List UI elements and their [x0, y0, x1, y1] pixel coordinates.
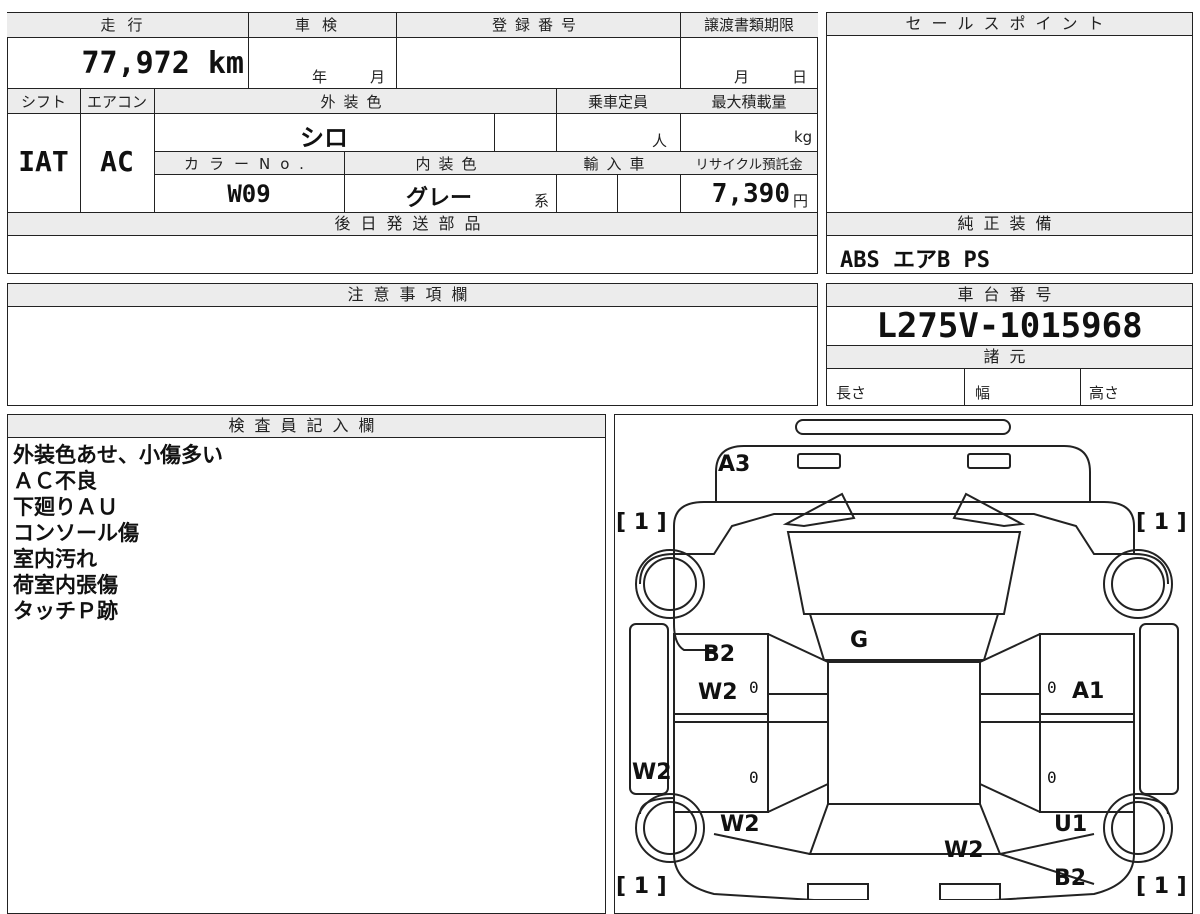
height-label: 高さ	[1089, 384, 1120, 402]
chassis-number: L275V-1015968	[876, 306, 1143, 346]
registration-label: 登録番号	[491, 16, 584, 34]
notes-label: 注意事項欄	[8, 284, 817, 307]
damage-code-b2-rear: B2	[1054, 866, 1087, 891]
inspector-note: 外装色あせ、小傷多い	[13, 443, 223, 467]
shaken-month-unit: 月	[370, 68, 386, 86]
max-load-label: 最大積載量	[711, 93, 787, 111]
inspector-note: 室内汚れ	[13, 547, 97, 571]
damage-code-w2-rear-center: W2	[944, 838, 984, 863]
sales-point-box	[826, 12, 1193, 213]
capacity-label: 乗車定員	[587, 93, 648, 111]
shaken-label: 車検	[294, 16, 349, 34]
mileage-value: 77,972 km	[81, 46, 244, 81]
genuine-equipment-label: 純正装備	[827, 213, 1192, 236]
damage-code-a3: A3	[718, 452, 751, 477]
tire-rating-front-right: [ 1 ]	[1136, 510, 1187, 535]
chassis-label: 車台番号	[827, 284, 1192, 307]
inspector-note: 下廻りＡＵ	[13, 495, 118, 519]
damage-code-w2-left-side: W2	[632, 760, 672, 785]
shift-value: IAT	[18, 145, 69, 178]
aircon-label: エアコン	[86, 93, 147, 111]
interior-color-label: 内装色	[415, 155, 485, 173]
tire-rating-front-left: [ 1 ]	[616, 510, 667, 535]
tire-rating-rear-right: [ 1 ]	[1136, 874, 1187, 899]
specs-label: 諸元	[827, 346, 1192, 369]
exterior-color-value: シロ	[300, 124, 348, 152]
inspector-note: 荷室内張傷	[13, 573, 118, 597]
capacity-unit: 人	[652, 132, 668, 150]
inspector-notes: 外装色あせ、小傷多い ＡＣ不良 下廻りＡＵ コンソール傷 室内汚れ 荷室内張傷 …	[13, 442, 223, 624]
yen-unit: 円	[793, 192, 809, 210]
tire-rating-rear-left: [ 1 ]	[616, 874, 667, 899]
length-label: 長さ	[836, 384, 867, 402]
genuine-equipment-value: ABS エアB PS	[840, 248, 990, 273]
inspector-label: 検査員記入欄	[8, 415, 605, 438]
import-label: 輸入車	[583, 155, 653, 173]
transfer-day-unit: 日	[792, 68, 808, 86]
load-unit: kg	[794, 128, 813, 146]
marker-zero: 0	[1047, 678, 1057, 697]
marker-zero: 0	[749, 678, 759, 697]
aircon-value: AC	[100, 145, 134, 178]
damage-code-w2-rear-left: W2	[720, 812, 760, 837]
car-diagram	[629, 419, 1179, 900]
inspector-note: タッチＰ跡	[13, 599, 118, 623]
sales-point-label: セールスポイント	[827, 13, 1192, 36]
width-label: 幅	[975, 384, 991, 402]
transfer-month-unit: 月	[734, 68, 750, 86]
damage-code-w2-left-door: W2	[698, 680, 738, 705]
color-number-label: カラーNo.	[184, 155, 314, 173]
marker-zero: 0	[1047, 768, 1057, 787]
exterior-color-label: 外装色	[320, 93, 390, 111]
damage-code-u1: U1	[1054, 812, 1088, 837]
shaken-year-unit: 年	[312, 68, 328, 86]
color-number-value: W09	[227, 180, 271, 208]
later-parts-label: 後日発送部品	[8, 213, 817, 236]
mileage-label: 走行	[100, 16, 155, 34]
inspector-note: ＡＣ不良	[13, 469, 97, 493]
inspector-note: コンソール傷	[13, 521, 139, 545]
damage-code-b2-left: B2	[703, 642, 736, 667]
recycle-fee-label: リサイクル預託金	[695, 157, 803, 173]
wheels	[635, 549, 1173, 863]
interior-color-value: グレー	[405, 186, 472, 211]
marker-zero: 0	[749, 768, 759, 787]
damage-code-a1: A1	[1072, 679, 1105, 704]
shift-label: シフト	[20, 93, 66, 111]
transfer-deadline-label: 譲渡書類期限	[703, 16, 794, 34]
damage-code-g: G	[850, 628, 869, 653]
recycle-fee-value: 7,390	[711, 179, 790, 209]
interior-color-suffix: 系	[534, 192, 550, 210]
